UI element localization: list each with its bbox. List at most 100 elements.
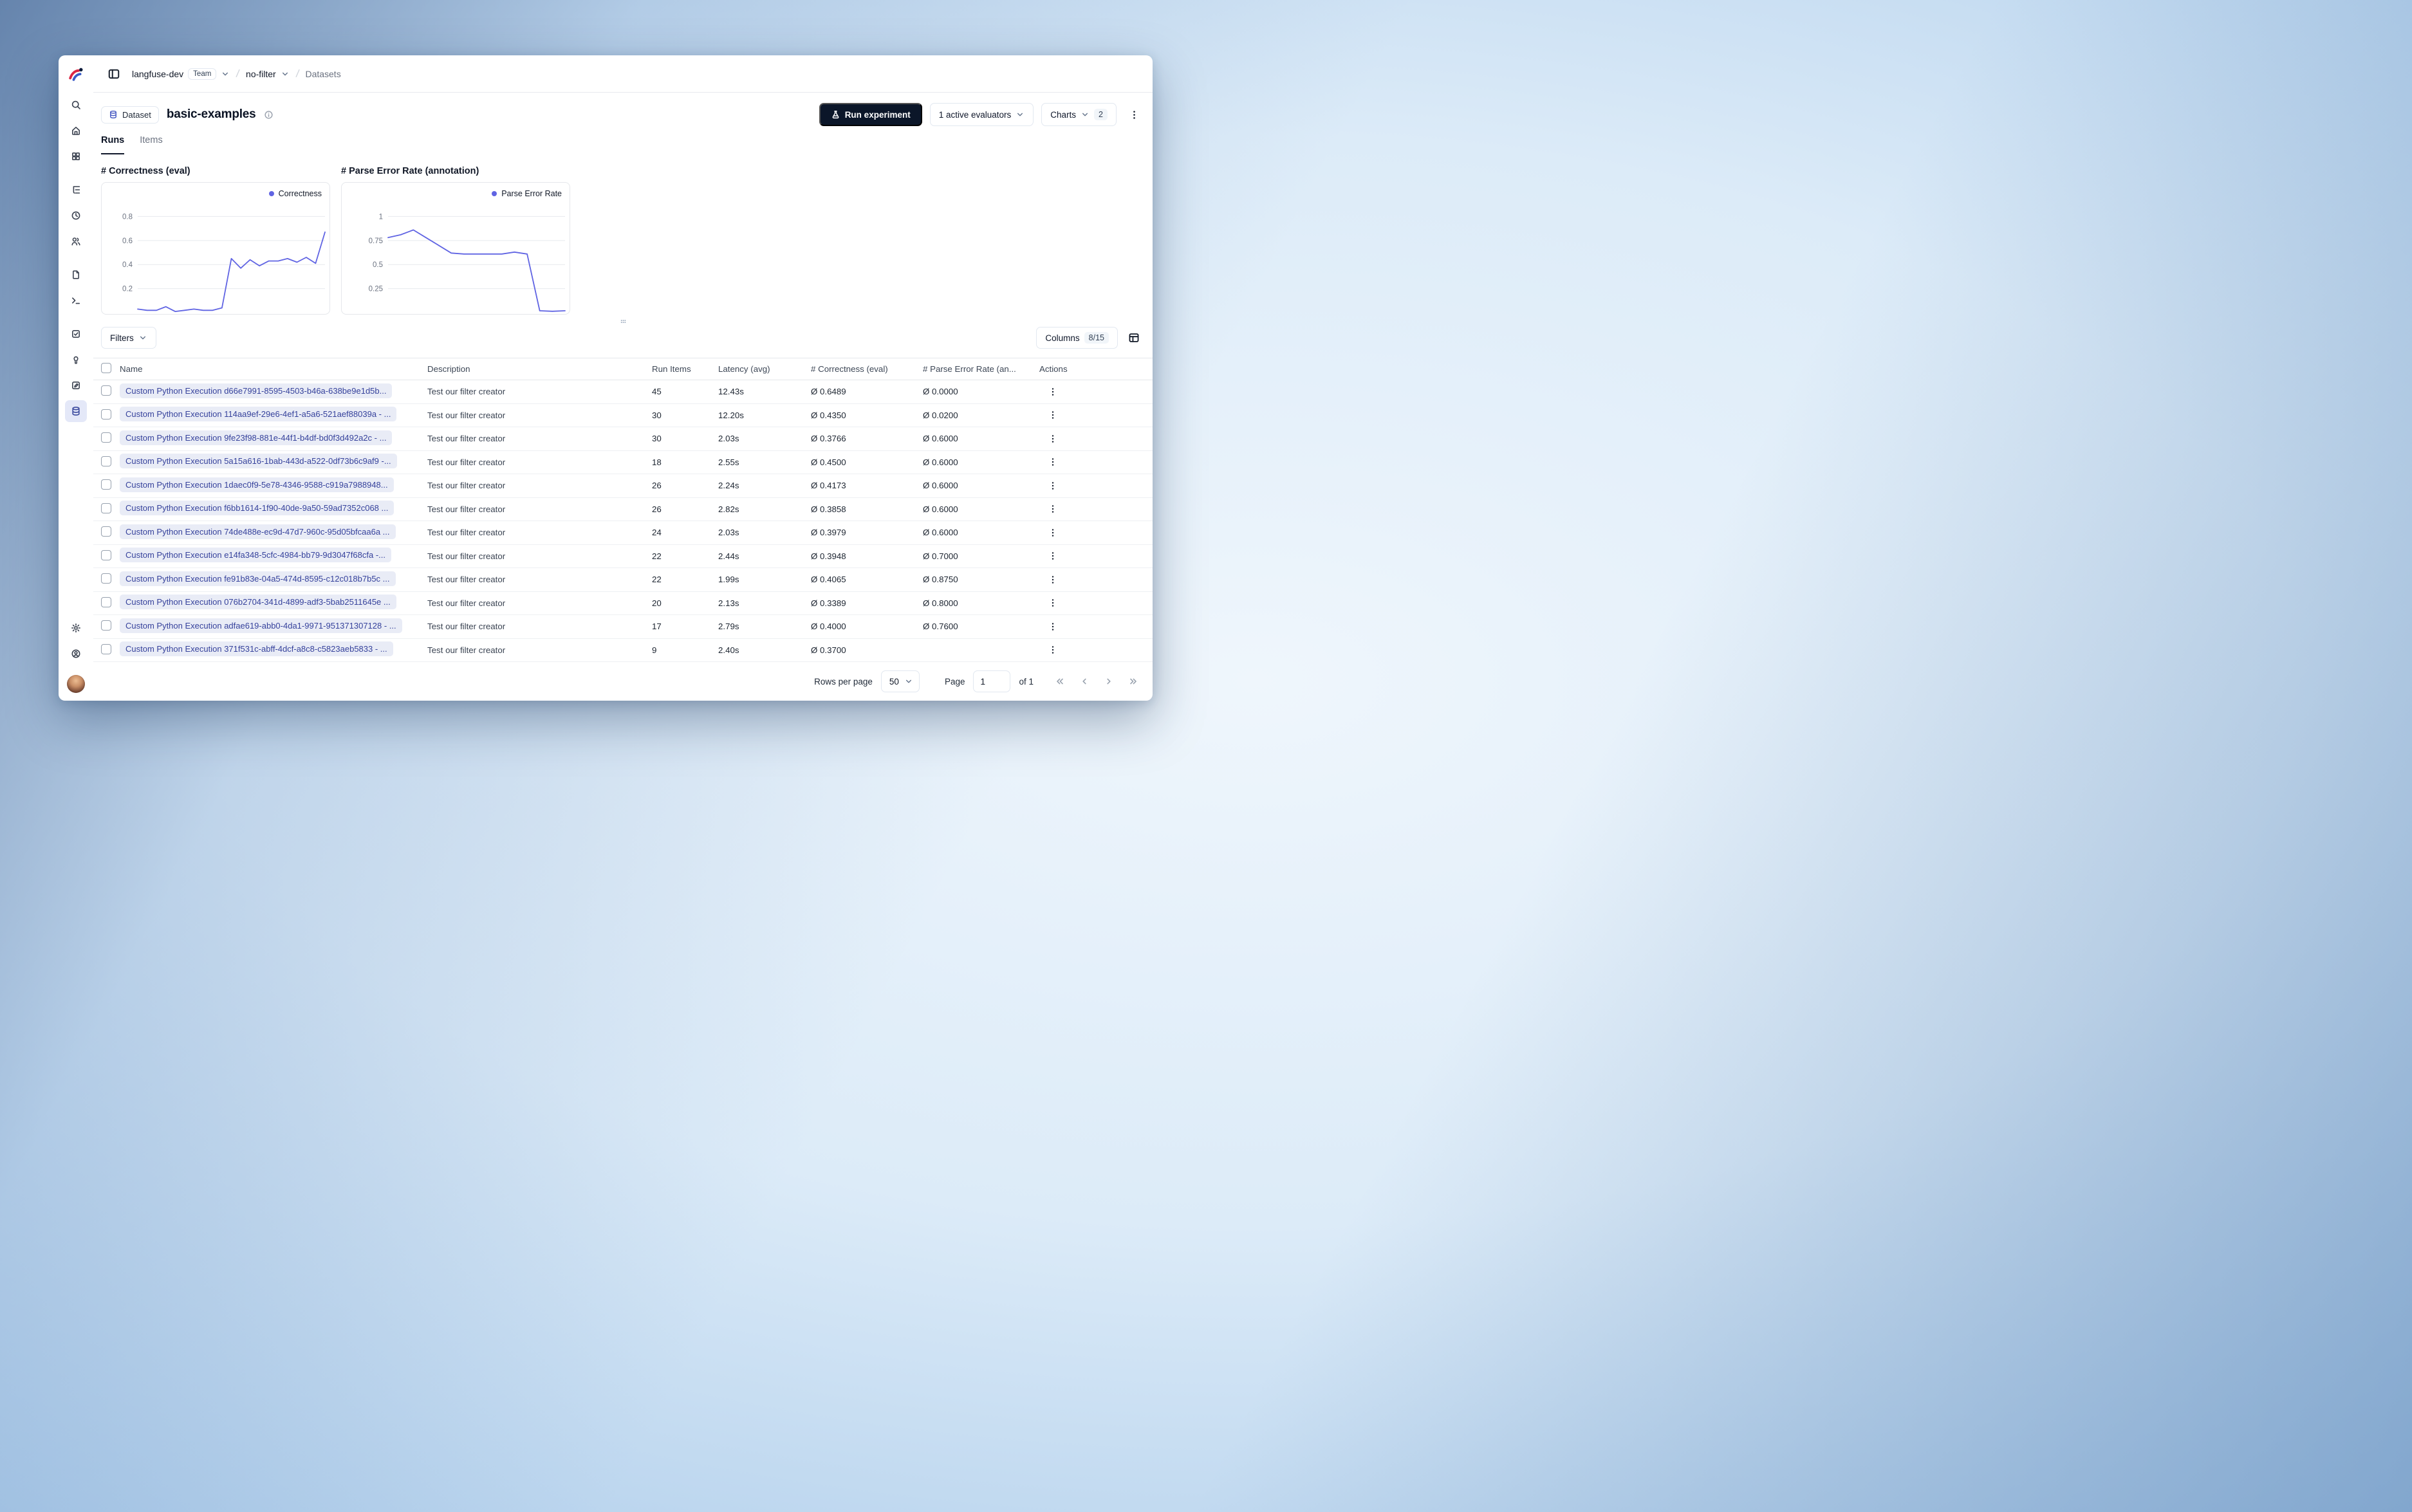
- section-resize-handle[interactable]: [618, 317, 628, 326]
- sidebar-item-dashboards[interactable]: [65, 145, 87, 167]
- run-name-link[interactable]: Custom Python Execution 371f531c-abff-4d…: [120, 641, 393, 657]
- row-actions-menu[interactable]: [1044, 618, 1061, 635]
- run-name-link[interactable]: Custom Python Execution f6bb1614-1f90-40…: [120, 501, 394, 516]
- row-actions-menu[interactable]: [1044, 430, 1061, 447]
- chart-legend: Correctness: [268, 189, 322, 198]
- table-row[interactable]: Custom Python Execution d66e7991-8595-45…: [93, 380, 1153, 404]
- table-row[interactable]: Custom Python Execution e14fa348-5cfc-49…: [93, 545, 1153, 568]
- sidebar-item-prompts[interactable]: [65, 264, 87, 286]
- sidebar-item-settings[interactable]: [65, 617, 87, 639]
- row-checkbox[interactable]: [101, 596, 111, 607]
- row-actions-menu[interactable]: [1044, 407, 1061, 423]
- run-items-count: 26: [652, 481, 662, 491]
- pagination-controls: [1052, 674, 1141, 689]
- filters-button[interactable]: Filters: [101, 327, 156, 349]
- row-checkbox[interactable]: [101, 573, 111, 584]
- row-actions-menu[interactable]: [1044, 383, 1061, 400]
- select-all-checkbox[interactable]: [101, 363, 111, 373]
- run-name-link[interactable]: Custom Python Execution 9fe23f98-881e-44…: [120, 430, 393, 445]
- row-checkbox[interactable]: [101, 385, 111, 396]
- row-checkbox[interactable]: [101, 409, 111, 419]
- sidebar-item-sessions[interactable]: [65, 205, 87, 226]
- row-actions-menu[interactable]: [1044, 641, 1061, 658]
- previous-page-button[interactable]: [1077, 674, 1092, 689]
- charts-section: # Correctness (eval) 0.2 0.4 0.6 0.8 Correc…: [101, 166, 1145, 315]
- sidebar-item-account[interactable]: [65, 643, 87, 665]
- langfuse-logo-icon[interactable]: [66, 64, 86, 84]
- table-header-row: Name Description Run Items Latency (avg)…: [93, 358, 1153, 380]
- table-row[interactable]: Custom Python Execution 9fe23f98-881e-44…: [93, 427, 1153, 451]
- run-name-link[interactable]: Custom Python Execution fe91b83e-04a5-47…: [120, 571, 396, 586]
- rows-per-page-select[interactable]: 50: [880, 670, 920, 692]
- sidebar-item-search[interactable]: [65, 94, 87, 116]
- sidebar-item-home[interactable]: [65, 120, 87, 142]
- sidebar-item-users[interactable]: [65, 230, 87, 252]
- run-name-link[interactable]: Custom Python Execution 5a15a616-1bab-44…: [120, 454, 397, 469]
- row-actions-menu[interactable]: [1044, 477, 1061, 494]
- table-row[interactable]: Custom Python Execution 74de488e-ec9d-47…: [93, 521, 1153, 545]
- table-row[interactable]: Custom Python Execution adfae619-abb0-4d…: [93, 615, 1153, 639]
- last-page-button[interactable]: [1126, 674, 1141, 689]
- row-actions-menu[interactable]: [1044, 501, 1061, 517]
- page-number-input[interactable]: [973, 670, 1011, 692]
- row-checkbox[interactable]: [101, 643, 111, 654]
- sidebar-item-playground[interactable]: [65, 290, 87, 311]
- run-correctness: Ø 0.3700: [811, 645, 846, 655]
- run-latency: 12.20s: [718, 410, 744, 420]
- sidebar-item-insights[interactable]: [65, 349, 87, 371]
- sidebar-item-datasets[interactable]: [65, 400, 87, 422]
- run-name-link[interactable]: Custom Python Execution 076b2704-341d-48…: [120, 595, 396, 610]
- chevron-down-icon: [281, 69, 290, 78]
- sidebar-item-tracing[interactable]: [65, 179, 87, 201]
- breadcrumb-section[interactable]: Datasets: [305, 69, 340, 79]
- row-checkbox[interactable]: [101, 479, 111, 490]
- sidebar-toggle-icon[interactable]: [107, 68, 120, 80]
- row-checkbox[interactable]: [101, 456, 111, 466]
- app-window: langfuse-dev Team / no-filter / Datasets: [59, 55, 1153, 701]
- row-actions-menu[interactable]: [1044, 595, 1061, 611]
- run-name-link[interactable]: Custom Python Execution 114aa9ef-29e6-4e…: [120, 407, 397, 422]
- dataset-badge-label: Dataset: [122, 109, 151, 120]
- run-items-count: 22: [652, 551, 662, 561]
- row-checkbox[interactable]: [101, 432, 111, 443]
- sidebar-item-annotation[interactable]: [65, 374, 87, 396]
- breadcrumb-project[interactable]: no-filter: [246, 69, 290, 79]
- first-page-button[interactable]: [1052, 674, 1068, 689]
- table-row[interactable]: Custom Python Execution 371f531c-abff-4d…: [93, 639, 1153, 662]
- run-name-link[interactable]: Custom Python Execution adfae619-abb0-4d…: [120, 618, 402, 633]
- table-row[interactable]: Custom Python Execution f6bb1614-1f90-40…: [93, 498, 1153, 521]
- info-icon[interactable]: [264, 110, 274, 120]
- run-experiment-button[interactable]: Run experiment: [819, 103, 922, 126]
- run-name-link[interactable]: Custom Python Execution 74de488e-ec9d-47…: [120, 524, 396, 539]
- row-actions-menu[interactable]: [1044, 571, 1061, 588]
- row-checkbox[interactable]: [101, 549, 111, 560]
- page-actions-menu[interactable]: [1124, 105, 1144, 124]
- row-actions-menu[interactable]: [1044, 454, 1061, 470]
- charts-dropdown[interactable]: Charts 2: [1041, 103, 1117, 126]
- row-checkbox[interactable]: [101, 620, 111, 631]
- table-row[interactable]: Custom Python Execution 1daec0f9-5e78-43…: [93, 474, 1153, 498]
- table-row[interactable]: Custom Python Execution 5a15a616-1bab-44…: [93, 451, 1153, 474]
- correctness-chart-block: # Correctness (eval) 0.2 0.4 0.6 0.8 Correc…: [101, 166, 330, 315]
- breadcrumb-org[interactable]: langfuse-dev Team: [132, 68, 230, 80]
- table-row[interactable]: Custom Python Execution fe91b83e-04a5-47…: [93, 568, 1153, 592]
- table-row[interactable]: Custom Python Execution 076b2704-341d-48…: [93, 592, 1153, 615]
- table-view-icon[interactable]: [1124, 328, 1144, 347]
- active-evaluators-dropdown[interactable]: 1 active evaluators: [929, 103, 1034, 126]
- tab-runs[interactable]: Runs: [101, 135, 125, 154]
- next-page-button[interactable]: [1101, 674, 1117, 689]
- sidebar-item-evaluation[interactable]: [65, 323, 87, 345]
- row-actions-menu[interactable]: [1044, 524, 1061, 541]
- run-description: Test our filter creator: [427, 434, 506, 444]
- run-name-link[interactable]: Custom Python Execution d66e7991-8595-45…: [120, 383, 393, 398]
- run-name-link[interactable]: Custom Python Execution e14fa348-5cfc-49…: [120, 548, 391, 563]
- row-checkbox[interactable]: [101, 502, 111, 513]
- dataset-type-badge: Dataset: [101, 106, 159, 124]
- row-actions-menu[interactable]: [1044, 548, 1061, 564]
- row-checkbox[interactable]: [101, 526, 111, 537]
- run-name-link[interactable]: Custom Python Execution 1daec0f9-5e78-43…: [120, 477, 394, 492]
- columns-button[interactable]: Columns 8/15: [1036, 327, 1118, 349]
- table-row[interactable]: Custom Python Execution 114aa9ef-29e6-4e…: [93, 404, 1153, 427]
- user-avatar[interactable]: [67, 675, 85, 693]
- tab-items[interactable]: Items: [140, 135, 162, 154]
